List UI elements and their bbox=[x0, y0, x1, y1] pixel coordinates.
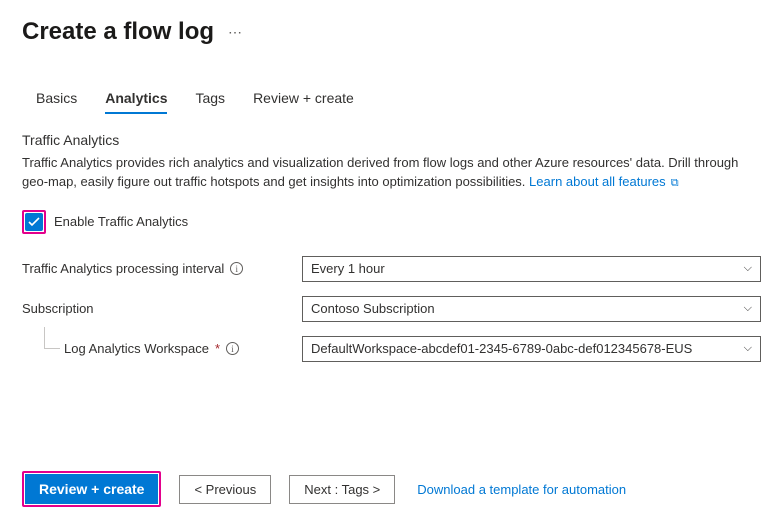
info-icon[interactable]: i bbox=[226, 342, 239, 355]
tab-basics[interactable]: Basics bbox=[22, 84, 91, 114]
chevron-down-icon: ⌵ bbox=[744, 302, 752, 315]
subscription-label: Subscription bbox=[22, 301, 302, 316]
review-create-button[interactable]: Review + create bbox=[25, 474, 158, 504]
enable-traffic-analytics-label: Enable Traffic Analytics bbox=[54, 214, 188, 229]
interval-label: Traffic Analytics processing interval i bbox=[22, 261, 302, 276]
section-description: Traffic Analytics provides rich analytic… bbox=[22, 154, 761, 192]
checkbox-highlight bbox=[22, 210, 46, 234]
learn-more-link[interactable]: Learn about all features ⧉ bbox=[529, 174, 679, 189]
workspace-select[interactable]: DefaultWorkspace-abcdef01-2345-6789-0abc… bbox=[302, 336, 761, 362]
required-indicator: * bbox=[215, 341, 220, 356]
learn-more-text: Learn about all features bbox=[529, 174, 666, 189]
page-title: Create a flow log bbox=[22, 18, 214, 46]
tab-bar: Basics Analytics Tags Review + create bbox=[22, 84, 761, 114]
tab-review-create[interactable]: Review + create bbox=[239, 84, 368, 114]
chevron-down-icon: ⌵ bbox=[744, 342, 752, 355]
subscription-label-text: Subscription bbox=[22, 301, 94, 316]
previous-button[interactable]: < Previous bbox=[179, 475, 271, 504]
tree-connector bbox=[44, 327, 60, 349]
tab-tags[interactable]: Tags bbox=[181, 84, 239, 114]
chevron-down-icon: ⌵ bbox=[744, 262, 752, 275]
subscription-select[interactable]: Contoso Subscription ⌵ bbox=[302, 296, 761, 322]
download-template-link[interactable]: Download a template for automation bbox=[417, 482, 626, 497]
tab-analytics[interactable]: Analytics bbox=[91, 84, 181, 114]
next-button[interactable]: Next : Tags > bbox=[289, 475, 395, 504]
interval-select[interactable]: Every 1 hour ⌵ bbox=[302, 256, 761, 282]
interval-value: Every 1 hour bbox=[311, 261, 385, 276]
info-icon[interactable]: i bbox=[230, 262, 243, 275]
workspace-label: Log Analytics Workspace * i bbox=[22, 341, 302, 356]
enable-traffic-analytics-checkbox[interactable] bbox=[25, 213, 43, 231]
subscription-value: Contoso Subscription bbox=[311, 301, 435, 316]
external-link-icon: ⧉ bbox=[668, 177, 679, 189]
workspace-value: DefaultWorkspace-abcdef01-2345-6789-0abc… bbox=[311, 341, 692, 356]
more-actions-icon[interactable]: ⋯ bbox=[228, 24, 243, 41]
section-title: Traffic Analytics bbox=[22, 132, 761, 148]
interval-label-text: Traffic Analytics processing interval bbox=[22, 261, 224, 276]
check-icon bbox=[28, 217, 40, 227]
footer-actions: Review + create < Previous Next : Tags >… bbox=[22, 471, 761, 507]
primary-button-highlight: Review + create bbox=[22, 471, 161, 507]
workspace-label-text: Log Analytics Workspace bbox=[64, 341, 209, 356]
